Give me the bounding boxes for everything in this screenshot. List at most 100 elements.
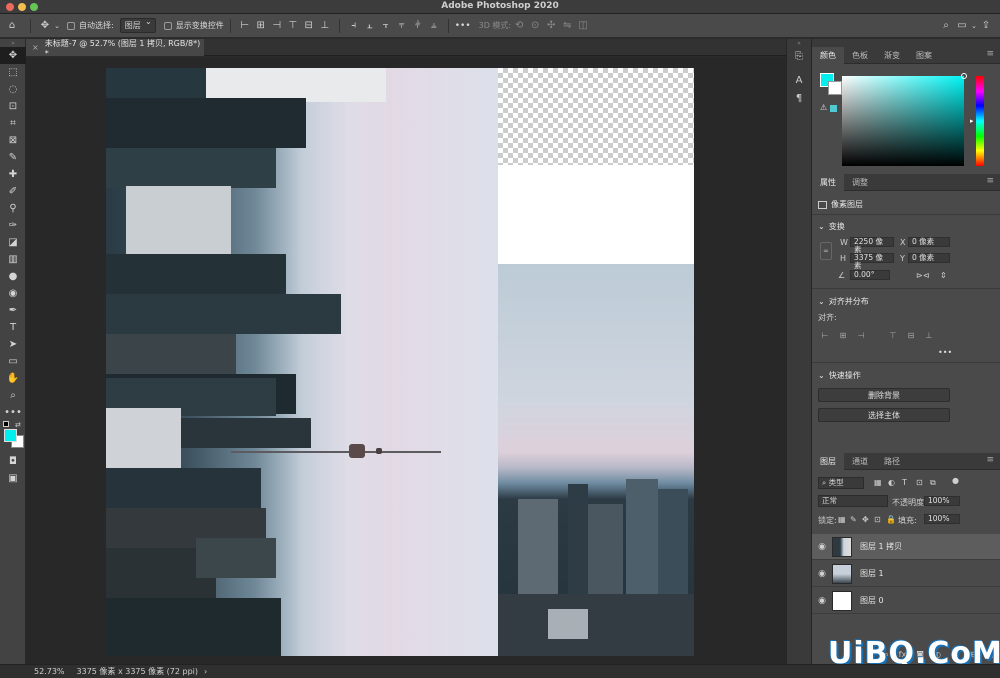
gradient-tool-icon[interactable]: ▥	[0, 251, 26, 268]
align-top-edges-icon[interactable]: ⊤	[888, 330, 898, 340]
height-field[interactable]: 3375 像素	[850, 253, 894, 270]
distribute-right-icon[interactable]: ⫟	[378, 18, 394, 34]
visibility-eye-icon[interactable]: ◉	[812, 542, 832, 552]
align-bottom-edges-icon[interactable]: ⊥	[924, 330, 934, 340]
warning-icon[interactable]: ⚠	[820, 103, 827, 112]
zoom-tool-icon[interactable]: ⌕	[0, 387, 26, 404]
chevron-down-icon[interactable]: ⌄	[970, 18, 978, 34]
close-icon[interactable]: ×	[32, 43, 39, 52]
document-tab[interactable]: × 未标题-7 @ 52.7% (图层 1 拷贝, RGB/8*) *	[26, 39, 204, 58]
fill-field[interactable]: 100%	[924, 514, 960, 524]
filter-shape-icon[interactable]: ⊡	[916, 478, 923, 487]
visibility-eye-icon[interactable]: ◉	[812, 596, 832, 606]
quick-mask-icon[interactable]: ◘	[0, 453, 26, 470]
tab-layers[interactable]: 图层	[812, 452, 844, 470]
filter-adjustment-icon[interactable]: ◐	[888, 478, 895, 487]
lock-all-icon[interactable]: 🔒	[886, 515, 896, 524]
zoom-level[interactable]: 52.73%	[34, 667, 65, 676]
default-colors-icon[interactable]	[3, 421, 9, 427]
more-tools-icon[interactable]: •••	[0, 404, 26, 421]
collapse-icon[interactable]: »	[0, 39, 26, 47]
3d-orbit-icon[interactable]: ⟲	[511, 18, 527, 34]
lock-artboard-icon[interactable]: ⊡	[874, 515, 881, 524]
type-tool-icon[interactable]: T	[0, 319, 26, 336]
3d-scale-icon[interactable]: ◫	[575, 18, 591, 34]
panel-menu-icon[interactable]: ≡	[986, 455, 994, 465]
chevron-down-icon[interactable]: ⌄	[53, 18, 61, 34]
dodge-tool-icon[interactable]: ◉	[0, 285, 26, 302]
healing-brush-tool-icon[interactable]: ✚	[0, 166, 26, 183]
more-options-button[interactable]: •••	[455, 21, 471, 31]
distribute-middle-icon[interactable]: ⫩	[410, 18, 426, 34]
3d-roll-icon[interactable]: ⊙	[527, 18, 543, 34]
panel-menu-icon[interactable]: ≡	[986, 176, 994, 186]
eraser-tool-icon[interactable]: ◪	[0, 234, 26, 251]
color-picker-cursor[interactable]	[961, 73, 967, 79]
move-tool-icon[interactable]: ✥	[0, 47, 26, 64]
collapse-icon[interactable]: «	[787, 39, 811, 47]
filter-pixel-icon[interactable]: ▦	[874, 478, 882, 487]
filter-toggle-icon[interactable]: ●	[952, 476, 959, 485]
layer-row[interactable]: ◉ 图层 1 拷贝	[812, 534, 1000, 560]
eyedropper-tool-icon[interactable]: ✎	[0, 149, 26, 166]
blend-mode-dropdown[interactable]: 正常	[818, 495, 888, 507]
align-left-icon[interactable]: ⊢	[237, 18, 253, 34]
more-align-options[interactable]: •••	[938, 348, 952, 357]
home-icon[interactable]: ⌂	[4, 18, 20, 34]
search-icon[interactable]: ⌕	[938, 18, 954, 34]
color-picker-field[interactable]	[842, 76, 964, 166]
rectangle-tool-icon[interactable]: ▭	[0, 353, 26, 370]
history-icon[interactable]: ⎘	[787, 47, 811, 65]
hue-slider-handle[interactable]: ▸	[970, 117, 974, 125]
distribute-top-icon[interactable]: ⫧	[394, 18, 410, 34]
3d-pan-icon[interactable]: ✣	[543, 18, 559, 34]
frame-tool-icon[interactable]: ⊠	[0, 132, 26, 149]
distribute-bottom-icon[interactable]: ⫨	[426, 18, 442, 34]
quick-select-tool-icon[interactable]: ⊡	[0, 98, 26, 115]
canvas-area[interactable]	[26, 57, 786, 664]
pen-tool-icon[interactable]: ✒	[0, 302, 26, 319]
move-tool-icon[interactable]: ✥	[37, 18, 53, 34]
remove-background-button[interactable]: 删除背景	[818, 388, 950, 402]
align-section-header[interactable]: ⌄ 对齐并分布	[818, 296, 869, 307]
filter-type-icon[interactable]: T	[902, 478, 907, 487]
transform-section-header[interactable]: ⌄ 变换	[818, 221, 845, 232]
lock-transparent-icon[interactable]: ▦	[838, 515, 846, 524]
filter-smart-object-icon[interactable]: ⧉	[930, 478, 936, 488]
align-top-icon[interactable]: ⊤	[285, 18, 301, 34]
marquee-tool-icon[interactable]: ⬚	[0, 64, 26, 81]
screen-mode-icon[interactable]: ▣	[0, 470, 26, 487]
paragraph-icon[interactable]: ¶	[787, 89, 811, 107]
brush-tool-icon[interactable]: ✐	[0, 183, 26, 200]
distribute-left-icon[interactable]: ⫞	[346, 18, 362, 34]
auto-select-dropdown[interactable]: 图层	[119, 17, 156, 33]
opacity-field[interactable]: 100%	[924, 496, 960, 506]
lasso-tool-icon[interactable]: ◌	[0, 81, 26, 98]
angle-field[interactable]: 0.00°	[850, 270, 890, 280]
layer-row[interactable]: ◉ 图层 0	[812, 588, 1000, 614]
tab-adjustments[interactable]: 调整	[844, 174, 876, 191]
align-vertical-centers-icon[interactable]: ⊟	[906, 330, 916, 340]
quick-actions-header[interactable]: ⌄ 快速操作	[818, 370, 861, 381]
hue-slider[interactable]	[976, 76, 984, 166]
layer-filter-dropdown[interactable]: ⌕ 类型	[818, 477, 864, 489]
align-center-h-icon[interactable]: ⊞	[253, 18, 269, 34]
visibility-eye-icon[interactable]: ◉	[812, 569, 832, 579]
align-bottom-icon[interactable]: ⊥	[317, 18, 333, 34]
width-field[interactable]: 2250 像素	[850, 237, 894, 254]
web-safe-swatch[interactable]	[830, 105, 837, 112]
tab-paths[interactable]: 路径	[876, 453, 908, 470]
align-horizontal-centers-icon[interactable]: ⊞	[838, 330, 848, 340]
flip-horizontal-icon[interactable]: ⊳⊲	[916, 271, 929, 280]
select-subject-button[interactable]: 选择主体	[818, 408, 950, 422]
character-icon[interactable]: A	[787, 71, 811, 89]
distribute-center-icon[interactable]: ⫠	[362, 18, 378, 34]
auto-select-checkbox[interactable]	[67, 21, 75, 30]
flip-vertical-icon[interactable]: ⇕	[940, 271, 947, 280]
link-icon[interactable]: ∞	[820, 242, 832, 260]
path-select-tool-icon[interactable]: ➤	[0, 336, 26, 353]
clone-stamp-tool-icon[interactable]: ⚲	[0, 200, 26, 217]
document-canvas[interactable]	[106, 68, 694, 656]
align-right-edges-icon[interactable]: ⊣	[856, 330, 866, 340]
hand-tool-icon[interactable]: ✋	[0, 370, 26, 387]
